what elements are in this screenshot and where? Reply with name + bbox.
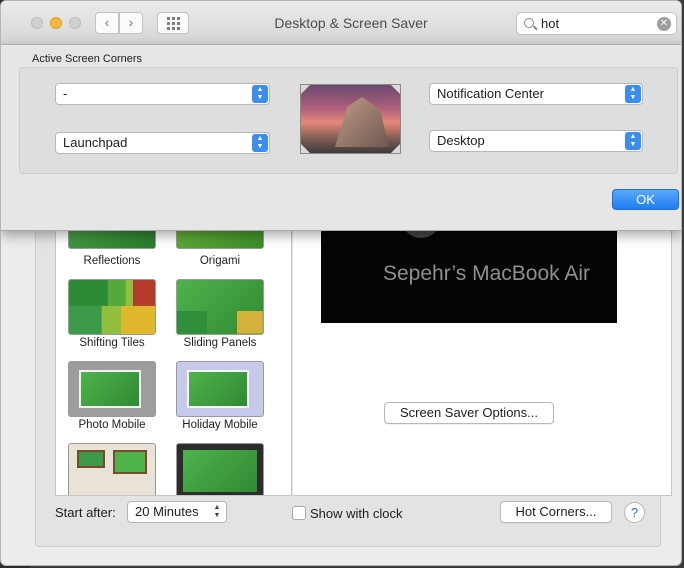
corners-group-title: Active Screen Corners bbox=[32, 53, 143, 65]
grid-icon bbox=[166, 16, 180, 30]
show-with-clock-checkbox[interactable] bbox=[292, 506, 306, 520]
screen-saver-thumbnail[interactable] bbox=[176, 279, 264, 335]
stepper-arrows-icon: ▲ ▼ bbox=[625, 132, 641, 150]
start-after-select[interactable]: 20 Minutes ▲ ▼ bbox=[127, 501, 227, 523]
window-title: Desktop & Screen Saver bbox=[274, 15, 428, 31]
show-all-button[interactable] bbox=[157, 12, 189, 34]
desktop-preview-image bbox=[300, 84, 401, 154]
corner-marker-icon bbox=[391, 144, 400, 153]
screen-saver-thumbnail[interactable] bbox=[68, 279, 156, 335]
screen-saver-label: Origami bbox=[199, 255, 241, 267]
machine-name: Sepehr’s MacBook Air bbox=[383, 262, 590, 285]
close-window-button[interactable] bbox=[31, 17, 43, 29]
search-input[interactable]: hot bbox=[541, 16, 559, 31]
zoom-window-button[interactable] bbox=[69, 17, 81, 29]
screen-saver-label: Shifting Tiles bbox=[79, 337, 145, 349]
corner-marker-icon bbox=[391, 85, 400, 94]
minimize-window-button[interactable] bbox=[50, 17, 62, 29]
top-left-corner-value: - bbox=[63, 86, 68, 101]
search-icon bbox=[524, 18, 534, 28]
show-with-clock-label: Show with clock bbox=[310, 506, 403, 521]
screen-saver-label: Holiday Mobile bbox=[182, 419, 258, 431]
screen-saver-options-button[interactable]: Screen Saver Options... bbox=[384, 402, 554, 424]
start-after-value: 20 Minutes bbox=[135, 504, 199, 519]
bottom-right-corner-value: Desktop bbox=[437, 133, 485, 148]
corner-marker-icon bbox=[301, 85, 310, 94]
clear-search-icon[interactable]: ✕ bbox=[657, 17, 671, 31]
screen-saver-thumbnail[interactable] bbox=[68, 443, 156, 495]
bottom-right-corner-select[interactable]: Desktop ▲ ▼ bbox=[429, 130, 643, 152]
corner-marker-icon bbox=[301, 144, 310, 153]
preferences-window: ‹ › Desktop & Screen Saver hot ✕ Reflect… bbox=[0, 0, 682, 566]
bottom-left-corner-select[interactable]: Launchpad ▲ ▼ bbox=[55, 132, 270, 154]
forward-button[interactable]: › bbox=[119, 12, 143, 34]
screen-saver-thumbnail[interactable] bbox=[68, 361, 156, 417]
screen-saver-label: Reflections bbox=[83, 255, 141, 267]
search-field[interactable]: hot ✕ bbox=[516, 12, 677, 35]
bottom-left-corner-value: Launchpad bbox=[63, 135, 128, 150]
screen-saver-label: Photo Mobile bbox=[78, 419, 146, 431]
title-bar: ‹ › Desktop & Screen Saver hot ✕ bbox=[1, 1, 681, 45]
top-right-corner-select[interactable]: Notification Center ▲ ▼ bbox=[429, 83, 643, 105]
stepper-arrows-icon: ▲ ▼ bbox=[625, 85, 641, 103]
mountain-image bbox=[335, 97, 389, 147]
screen-saver-thumbnail[interactable] bbox=[176, 361, 264, 417]
hot-corners-button[interactable]: Hot Corners... bbox=[500, 501, 612, 523]
chevron-left-icon: ‹ bbox=[104, 14, 110, 30]
back-button[interactable]: ‹ bbox=[95, 12, 119, 34]
ok-button[interactable]: OK bbox=[612, 189, 679, 210]
stepper-arrows-icon: ▲ ▼ bbox=[252, 134, 268, 152]
screen-saver-list[interactable]: Reflections Origami Shifting Tiles Slidi… bbox=[55, 206, 292, 496]
stepper-arrows-icon: ▲ ▼ bbox=[252, 85, 268, 103]
screen-saver-label: Sliding Panels bbox=[183, 337, 257, 349]
start-after-label: Start after: bbox=[55, 505, 116, 520]
help-button[interactable]: ? bbox=[624, 502, 645, 523]
top-right-corner-value: Notification Center bbox=[437, 86, 544, 101]
top-left-corner-select[interactable]: - ▲ ▼ bbox=[55, 83, 270, 105]
chevron-right-icon: › bbox=[128, 14, 134, 30]
stepper-arrows-icon: ▲ ▼ bbox=[209, 503, 225, 521]
screen-saver-thumbnail[interactable] bbox=[176, 443, 264, 495]
